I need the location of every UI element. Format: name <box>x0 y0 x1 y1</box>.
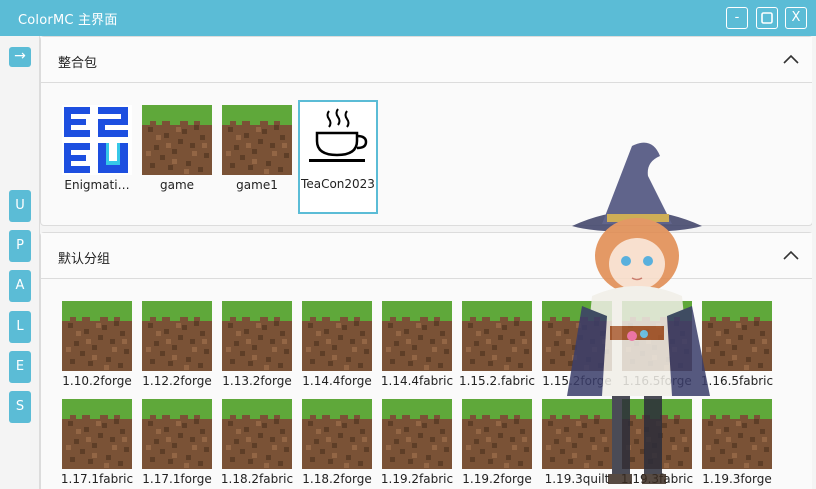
grass-block-icon <box>702 399 772 469</box>
grass-block-icon <box>222 301 292 371</box>
instance-label: 1.18.2forge <box>302 472 372 486</box>
grass-block-icon <box>62 301 132 371</box>
sidebar-button-a[interactable]: A <box>9 270 31 302</box>
chevron-up-icon[interactable] <box>782 51 800 69</box>
grass-block-icon <box>222 105 292 175</box>
instance-label: TeaCon2023 <box>301 177 375 191</box>
sidebar-button-u[interactable]: U <box>9 190 31 222</box>
grass-block-icon <box>462 399 532 469</box>
group-title: 整合包 <box>58 56 98 71</box>
grass-block-icon <box>462 301 532 371</box>
grass-block-icon <box>302 399 372 469</box>
sidebar-button-s[interactable]: S <box>9 391 31 423</box>
minimize-button[interactable]: - <box>726 7 748 29</box>
instance-label: Enigmati… <box>64 178 130 192</box>
instance-list[interactable]: 整合包 Enigmati… game game1 TeaCon2023 默认分组… <box>39 36 812 489</box>
group-title: 默认分组 <box>58 252 111 267</box>
instance-label: 1.14.4forge <box>302 374 372 388</box>
teacup-icon <box>309 108 368 162</box>
instance-label: 1.17.1forge <box>142 472 212 486</box>
grass-block-icon <box>142 301 212 371</box>
chevron-up-icon[interactable] <box>782 247 800 265</box>
grass-block-icon <box>382 301 452 371</box>
enigmatica-logo-icon <box>62 105 132 175</box>
maximize-button[interactable] <box>756 7 778 29</box>
window-title: ColorMC 主界面 <box>18 13 118 28</box>
instance-label: 1.17.1fabric <box>60 472 134 486</box>
grass-block-icon <box>382 399 452 469</box>
instance-label: 1.10.2forge <box>62 374 132 388</box>
sidebar-toggle-button[interactable]: → <box>9 47 31 67</box>
sidebar-button-l[interactable]: L <box>9 311 31 343</box>
instance-tile-selected[interactable]: TeaCon2023 <box>298 100 378 214</box>
sidebar-button-p[interactable]: P <box>9 230 31 262</box>
close-button[interactable]: X <box>785 7 807 29</box>
sidebar-button-e[interactable]: E <box>9 351 31 383</box>
instance-label: 1.15.2.fabric <box>458 374 536 388</box>
instance-label: 1.19.2forge <box>462 472 532 486</box>
grass-block-icon <box>142 105 212 175</box>
mascot-witch-image <box>567 142 710 484</box>
instance-label: 1.13.2forge <box>222 374 292 388</box>
grass-block-icon <box>702 301 772 371</box>
maximize-icon <box>761 12 773 24</box>
instance-label: 1.19.2fabric <box>380 472 454 486</box>
title-bar: ColorMC 主界面 - X <box>0 0 816 36</box>
instance-label: game <box>159 178 195 192</box>
grass-block-icon <box>62 399 132 469</box>
grass-block-icon <box>142 399 212 469</box>
instance-label: 1.14.4fabric <box>380 374 454 388</box>
instance-label: 1.12.2forge <box>142 374 212 388</box>
instance-label: 1.18.2fabric <box>220 472 294 486</box>
grass-block-icon <box>222 399 292 469</box>
client-area: → U P A L E S 整合包 Enigmati… game game1 T… <box>0 36 816 489</box>
grass-block-icon <box>302 301 372 371</box>
group-header[interactable]: 整合包 <box>41 37 812 83</box>
instance-label: game1 <box>236 178 278 192</box>
